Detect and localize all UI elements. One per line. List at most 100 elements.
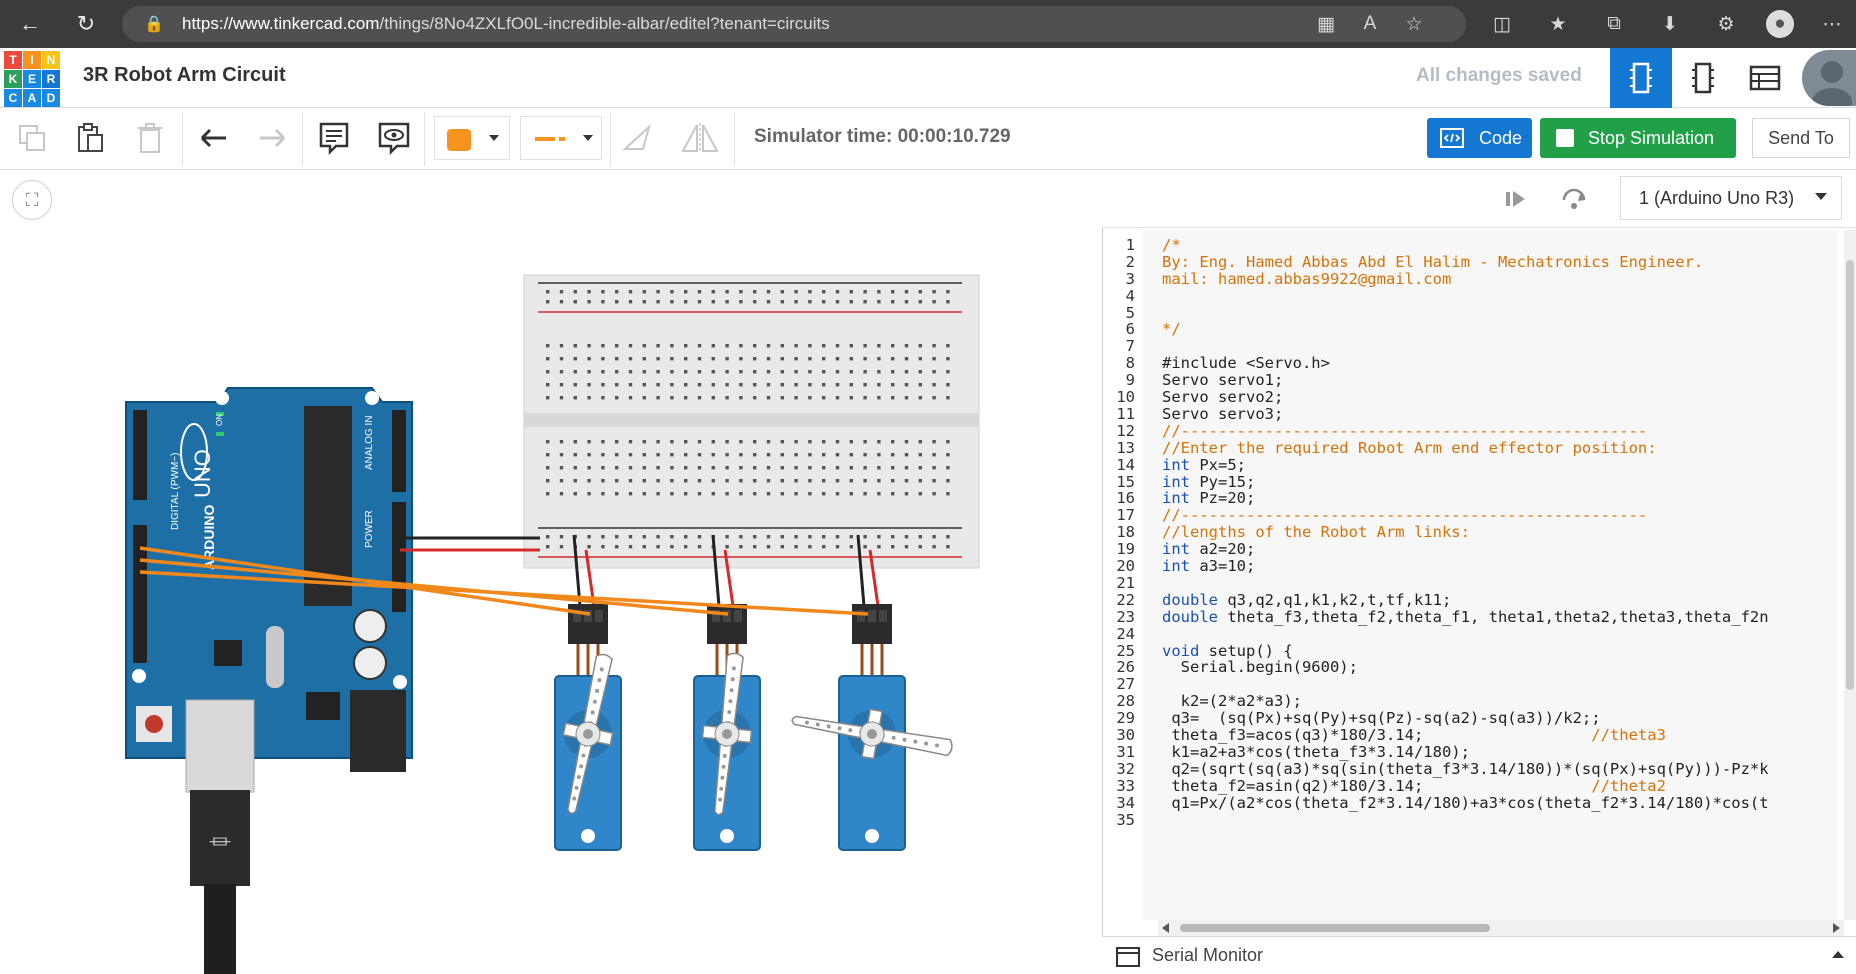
breadboard-hole [573, 440, 577, 444]
read-aloud-icon[interactable]: A [1356, 10, 1384, 38]
breadboard-hole [877, 466, 881, 470]
breadboard-hole [684, 370, 688, 374]
breadboard-hole [904, 383, 909, 387]
servo-motor[interactable] [788, 534, 956, 851]
code-vertical-scrollbar[interactable] [1844, 230, 1856, 920]
component-list-button[interactable] [1734, 48, 1796, 108]
breadboard-hole [780, 344, 784, 348]
breadboard-hole [615, 545, 619, 549]
line-number: 23 [1116, 607, 1135, 626]
address-bar[interactable]: 🔒 https://www.tinkercad.com/things/8No4Z… [122, 6, 1466, 42]
breadboard-hole [877, 492, 881, 496]
breadboard-hole [932, 479, 936, 483]
breadboard-hole [766, 466, 771, 470]
tinkercad-logo[interactable]: T I N K E R C A D [4, 51, 60, 107]
code-editor[interactable]: 1 /* 2 By: Eng. Hamed Abbas Abd El Halim - … [1103, 230, 1837, 920]
code-horizontal-scrollbar[interactable] [1158, 920, 1844, 936]
arduino-uno-board[interactable]: ARDUINO UNO POWER ANALOG IN DIGITAL (PWM… [125, 387, 413, 793]
step-over-icon[interactable] [1560, 186, 1588, 217]
servo-group[interactable] [548, 534, 956, 851]
extensions-icon[interactable]: ⚙ [1712, 10, 1740, 38]
breadboard-hole [891, 545, 895, 549]
line-number: 26 [1116, 658, 1135, 677]
code-line: int Py=15; [1162, 472, 1256, 491]
usb-cable: ⏛ [190, 790, 250, 974]
breadboard-hole [601, 545, 605, 549]
line-number: 5 [1125, 303, 1135, 322]
breadboard[interactable] [523, 274, 980, 569]
breadboard-hole [932, 492, 936, 496]
breadboard-hole [739, 440, 743, 444]
code-button[interactable]: Code [1427, 118, 1532, 158]
flip-icon[interactable] [678, 116, 722, 160]
breadboard-hole [697, 466, 702, 470]
notes-visibility-icon[interactable] [372, 116, 416, 160]
expand-icon[interactable] [1832, 951, 1844, 958]
breadboard-hole [780, 479, 784, 483]
breadboard-hole [546, 453, 550, 457]
breadboard-hole [808, 453, 812, 457]
scroll-thumb[interactable] [1846, 260, 1854, 690]
copy-icon[interactable] [10, 116, 54, 160]
breadboard-hole [863, 492, 867, 496]
line-number: 10 [1116, 388, 1135, 406]
downloads-icon[interactable]: ⬇ [1656, 10, 1684, 38]
circuit-drawing[interactable]: ARDUINO UNO POWER ANALOG IN DIGITAL (PWM… [0, 170, 1102, 974]
rotate-icon[interactable] [616, 116, 660, 160]
device-select[interactable]: 1 (Arduino Uno R3) [1620, 176, 1842, 220]
delete-icon[interactable] [128, 116, 172, 160]
scroll-right-icon[interactable] [1833, 923, 1840, 933]
breadboard-hole [835, 479, 840, 483]
wire-color-picker[interactable] [434, 116, 510, 160]
favorite-star-icon[interactable]: ☆ [1400, 10, 1428, 38]
undo-icon[interactable] [192, 116, 236, 160]
breadboard-hole [725, 357, 729, 361]
breadboard-hole [739, 545, 743, 549]
servo-motor[interactable] [693, 534, 761, 851]
breadboard-hole [725, 479, 729, 483]
circuit-view-button[interactable] [1610, 48, 1672, 108]
redo-icon[interactable] [250, 116, 294, 160]
scroll-thumb[interactable] [1180, 924, 1490, 932]
paste-icon[interactable] [68, 116, 112, 160]
breadboard-hole [766, 383, 771, 387]
send-to-button[interactable]: Send To [1752, 118, 1850, 158]
breadboard-hole [877, 300, 881, 304]
user-avatar[interactable] [1802, 50, 1856, 106]
breadboard-hole [918, 545, 922, 549]
serial-monitor-bar[interactable]: Serial Monitor [1102, 936, 1856, 974]
scroll-left-icon[interactable] [1162, 923, 1169, 933]
design-title[interactable]: 3R Robot Arm Circuit [83, 64, 286, 87]
step-debug-icon[interactable] [1504, 188, 1528, 215]
lock-icon: 🔒 [144, 16, 164, 33]
breadboard-hole [628, 466, 633, 470]
app-available-icon[interactable]: ▦ [1312, 10, 1340, 38]
breadboard-hole [863, 357, 867, 361]
breadboard-hole [642, 479, 646, 483]
back-arrow-icon[interactable]: ← [14, 8, 46, 40]
breadboard-hole [642, 396, 646, 400]
collections-icon[interactable]: ⧉ [1600, 10, 1628, 38]
line-number: 24 [1116, 624, 1135, 643]
servo-motor[interactable] [548, 534, 629, 851]
more-menu-icon[interactable]: ⋯ [1818, 10, 1846, 38]
breadboard-hole [656, 290, 660, 294]
toolbar-separator [302, 112, 303, 166]
breadboard-hole [573, 370, 577, 374]
breadboard-hole [684, 492, 688, 496]
line-number: 17 [1116, 506, 1135, 525]
reload-icon[interactable]: ↻ [70, 8, 102, 40]
favorites-icon[interactable]: ★ [1544, 10, 1572, 38]
breadboard-hole [587, 492, 591, 496]
line-number: 6 [1125, 320, 1135, 339]
breadboard-hole [794, 535, 798, 539]
breadboard-hole [587, 453, 591, 457]
stop-simulation-button[interactable]: Stop Simulation [1540, 118, 1736, 158]
split-screen-icon[interactable]: ◫ [1488, 10, 1516, 38]
wire-type-picker[interactable] [520, 116, 602, 160]
profile-icon[interactable]: ● [1766, 10, 1794, 38]
schematic-view-button[interactable] [1672, 48, 1734, 108]
notes-icon[interactable] [312, 116, 356, 160]
breadboard-hole [808, 479, 812, 483]
breadboard-hole [670, 440, 674, 444]
